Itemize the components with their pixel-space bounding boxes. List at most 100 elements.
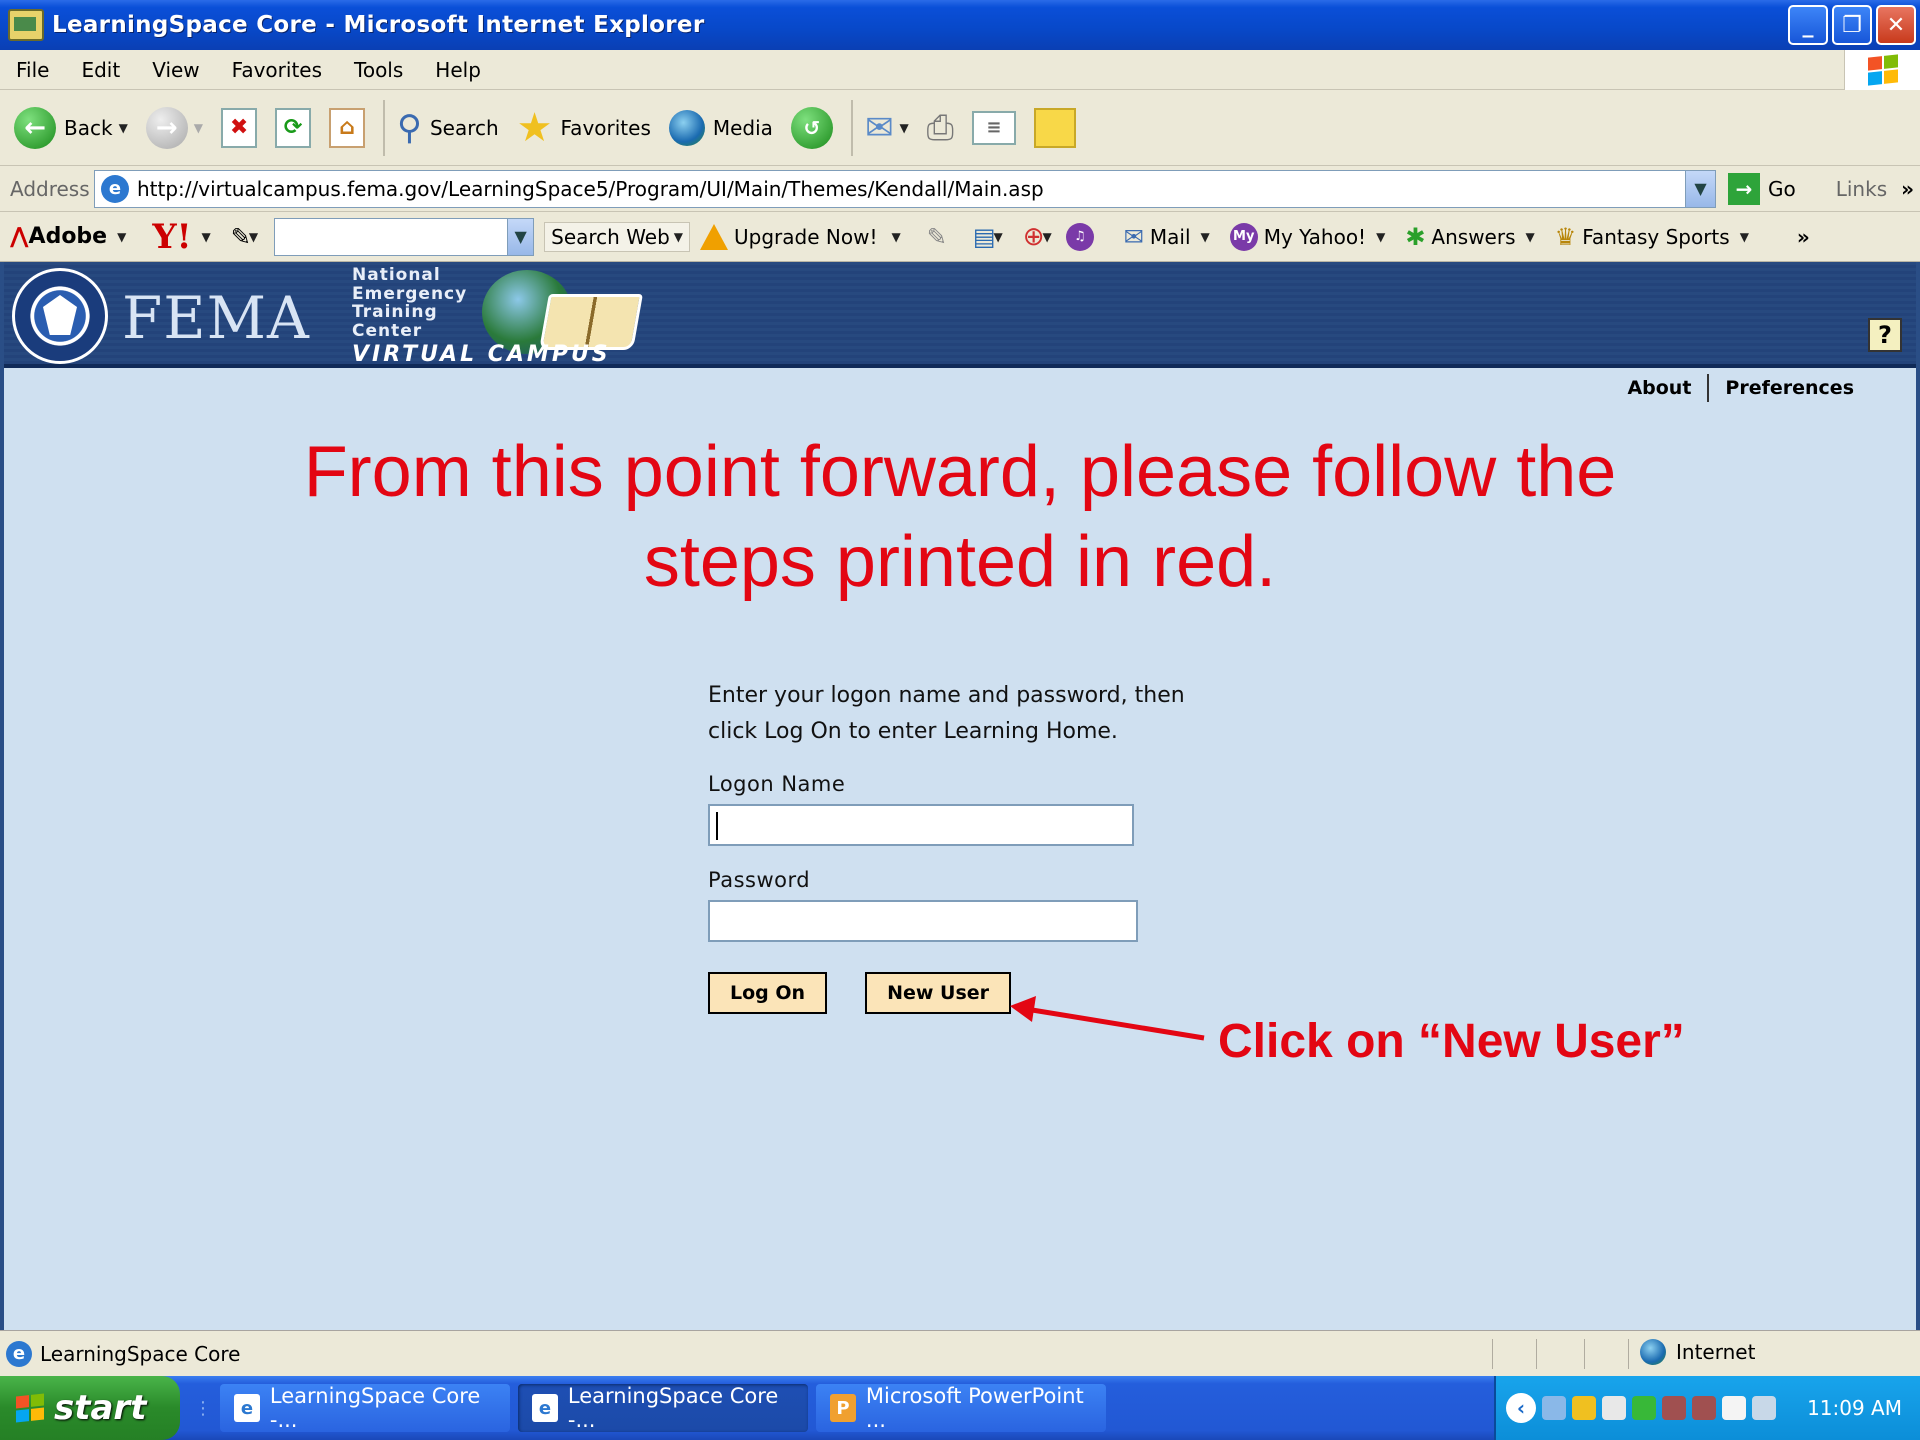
menu-view[interactable]: View (136, 58, 215, 82)
menu-favorites[interactable]: Favorites (216, 58, 338, 82)
chevron-down-icon[interactable]: ▼ (119, 121, 128, 135)
yahoo-search-input[interactable]: ▼ (274, 217, 535, 256)
maximize-button[interactable]: ❐ (1832, 5, 1872, 45)
start-button[interactable]: start (0, 1376, 180, 1440)
tray-app-icon[interactable] (1662, 1396, 1686, 1420)
highlight-icon[interactable]: ✎ (927, 223, 947, 251)
status-bar: e LearningSpace Core Internet (0, 1330, 1920, 1376)
forward-button[interactable]: → ▼ (145, 106, 203, 149)
tray-app-icon[interactable] (1692, 1396, 1716, 1420)
pencil-icon[interactable]: ✎ (231, 223, 251, 251)
answers-label[interactable]: Answers (1431, 225, 1515, 249)
window-title: LearningSpace Core - Microsoft Internet … (52, 12, 705, 38)
menu-help[interactable]: Help (419, 58, 497, 82)
search-web-label: Search Web (551, 224, 670, 249)
media-label: Media (712, 115, 773, 140)
edit-button[interactable]: ≡ (971, 110, 1016, 145)
chevron-down-icon[interactable]: ▼ (1201, 230, 1210, 244)
back-button[interactable]: ← Back ▼ (14, 106, 128, 149)
taskbar-item-ie-1[interactable]: e LearningSpace Core -... (220, 1384, 510, 1432)
ie-icon: e (532, 1394, 558, 1422)
chevron-down-icon[interactable]: ▼ (249, 230, 258, 244)
mail-icon: ✉ (864, 107, 894, 148)
monitor-icon[interactable] (1752, 1396, 1776, 1420)
crosshair-icon[interactable]: ⊕ (1023, 222, 1045, 252)
mail-icon[interactable]: ✉ (1124, 223, 1144, 251)
history-button[interactable]: ↺ (790, 106, 833, 149)
upgrade-button[interactable]: Upgrade Now! ▼ (700, 223, 901, 250)
address-input[interactable]: e http://virtualcampus.fema.gov/Learning… (94, 169, 1716, 208)
menu-tools[interactable]: Tools (338, 58, 419, 82)
search-label: Search (429, 115, 499, 140)
chevron-down-icon[interactable]: ▼ (117, 230, 126, 244)
yahoo-logo[interactable]: Y! (152, 217, 191, 257)
links-button[interactable]: Links (1836, 177, 1887, 201)
chevron-right-icon[interactable]: » (1901, 177, 1914, 201)
clock[interactable]: 11:09 AM (1807, 1396, 1902, 1420)
go-button[interactable]: → Go (1728, 172, 1796, 205)
favorites-button[interactable]: ★ Favorites (517, 105, 651, 151)
taskbar-item-ie-2[interactable]: e LearningSpace Core -... (518, 1384, 808, 1432)
page-content: FEMA National Emergency Training Center … (0, 262, 1920, 1330)
headphones-icon[interactable]: ♫ (1065, 222, 1094, 251)
ie-icon: e (234, 1394, 260, 1422)
chevron-left-icon[interactable]: ‹ (1506, 1393, 1536, 1423)
search-icon: ⚲ (397, 107, 422, 148)
chevron-down-icon[interactable]: ▼ (1376, 230, 1385, 244)
chevron-down-icon[interactable]: ▼ (1740, 230, 1749, 244)
status-separator (1536, 1339, 1537, 1369)
trophy-icon[interactable]: ♛ (1555, 223, 1577, 251)
task-label: Microsoft PowerPoint ... (865, 1384, 1084, 1432)
search-web-button[interactable]: Search Web ▼ (544, 221, 691, 252)
my-yahoo-label[interactable]: My Yahoo! (1264, 225, 1366, 249)
taskbar-item-powerpoint[interactable]: P Microsoft PowerPoint ... (816, 1384, 1106, 1432)
internet-globe-icon (1640, 1339, 1666, 1365)
menu-edit[interactable]: Edit (65, 58, 136, 82)
tray-app-icon[interactable] (1572, 1396, 1596, 1420)
app-icon[interactable] (8, 9, 44, 41)
media-button[interactable]: Media (668, 109, 773, 146)
system-tray: ‹ 11:09 AM (1494, 1376, 1920, 1440)
chevron-down-icon[interactable]: ▼ (507, 218, 534, 255)
my-yahoo-icon[interactable]: My (1229, 222, 1258, 251)
toolbar-separator (383, 99, 386, 156)
chevron-down-icon[interactable]: ▼ (891, 230, 900, 244)
chevron-down-icon[interactable]: ▼ (1685, 170, 1715, 207)
menu-file[interactable]: File (0, 58, 65, 82)
shield-icon[interactable] (1632, 1396, 1656, 1420)
answers-icon[interactable]: ✱ (1405, 223, 1425, 251)
taskbar-grip[interactable]: ⋮ (194, 1398, 212, 1419)
mail-label[interactable]: Mail (1150, 225, 1191, 249)
search-button[interactable]: ⚲ Search (397, 108, 499, 148)
chevron-right-icon[interactable]: » (1797, 225, 1810, 249)
zone-label: Internet (1676, 1340, 1756, 1364)
close-button[interactable]: ✕ (1876, 5, 1916, 45)
chevron-down-icon[interactable]: ▼ (994, 230, 1003, 244)
network-icon[interactable] (1542, 1396, 1566, 1420)
home-button[interactable]: ⌂ (329, 107, 366, 148)
mail-button[interactable]: ✉ ▼ (865, 108, 909, 148)
forward-arrow-icon: → (145, 106, 188, 149)
address-url[interactable]: http://virtualcampus.fema.gov/LearningSp… (137, 177, 1044, 201)
tray-app-icon[interactable] (1602, 1396, 1626, 1420)
minimize-button[interactable]: _ (1788, 5, 1828, 45)
address-bar: Address e http://virtualcampus.fema.gov/… (0, 166, 1920, 212)
chevron-down-icon[interactable]: ▼ (194, 121, 203, 135)
tray-app-icon[interactable] (1722, 1396, 1746, 1420)
chevron-down-icon[interactable]: ▼ (1526, 230, 1535, 244)
calendar-icon[interactable]: ▤ (973, 223, 996, 251)
refresh-button[interactable]: ⟳ (275, 107, 312, 148)
chevron-down-icon[interactable]: ▼ (1043, 230, 1052, 244)
windows-logo-icon (1844, 50, 1920, 90)
window-controls: _ ❐ ✕ (1788, 5, 1916, 45)
security-zone[interactable]: Internet (1640, 1339, 1755, 1365)
print-button[interactable]: ⎙ (927, 108, 954, 148)
chevron-down-icon[interactable]: ▼ (899, 121, 908, 135)
note-button[interactable] (1033, 107, 1076, 148)
task-label: LearningSpace Core -... (269, 1384, 481, 1432)
stop-button[interactable]: ✖ (221, 107, 258, 148)
fantasy-label[interactable]: Fantasy Sports (1582, 225, 1729, 249)
chevron-down-icon[interactable]: ▼ (674, 230, 683, 244)
chevron-down-icon[interactable]: ▼ (202, 230, 211, 244)
adobe-button[interactable]: ⋀Adobe (10, 224, 107, 249)
